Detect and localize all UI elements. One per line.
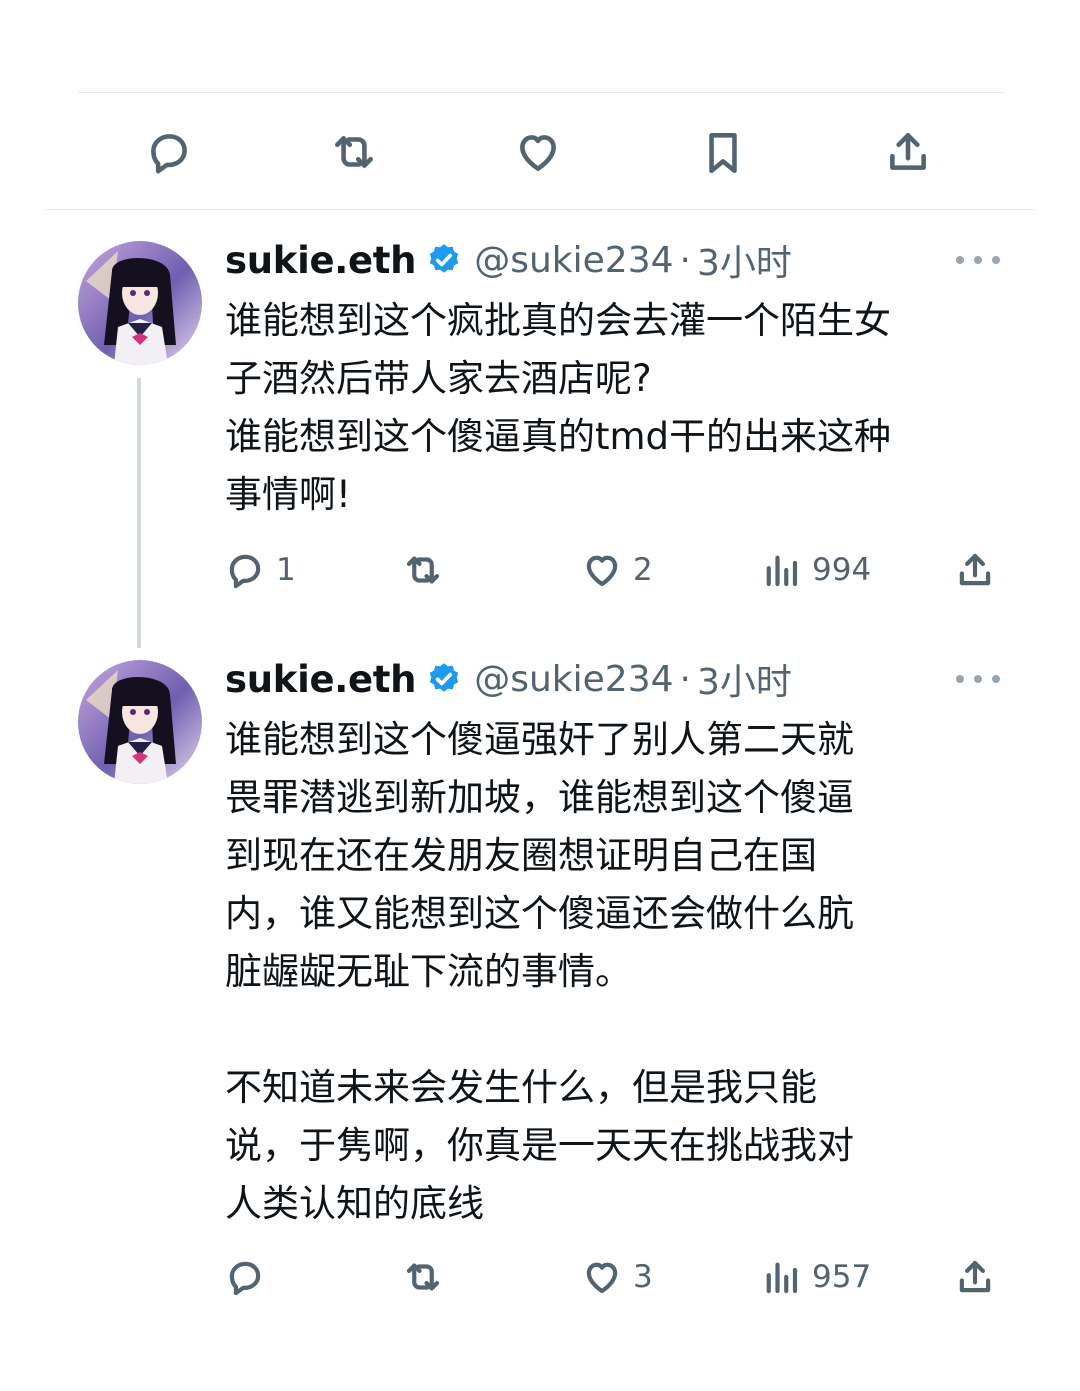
share-button[interactable] — [878, 120, 938, 184]
more-dot-icon — [974, 256, 982, 264]
more-dot-icon — [974, 675, 982, 683]
like-icon — [586, 1262, 618, 1294]
bookmark-button[interactable] — [693, 120, 753, 184]
verified-badge-icon — [429, 663, 459, 692]
main-tweet-action-bar — [0, 120, 1080, 190]
reply-icon — [229, 1261, 261, 1296]
user-handle[interactable]: @sukie234 — [474, 659, 673, 700]
share-icon — [890, 133, 926, 170]
reply-button[interactable] — [139, 120, 199, 184]
share-button[interactable] — [954, 545, 996, 595]
like-button[interactable] — [508, 120, 568, 184]
reply-icon — [229, 554, 261, 589]
separator-dot: · — [679, 658, 691, 700]
bookmark-icon — [709, 133, 737, 174]
reply-button[interactable] — [224, 1252, 276, 1302]
display-name[interactable]: sukie.eth — [225, 658, 417, 701]
views-icon — [766, 1262, 798, 1294]
retweet-icon — [406, 556, 440, 584]
view-count: 957 — [812, 1259, 872, 1295]
retweet-icon — [406, 1263, 440, 1291]
like-icon — [586, 555, 618, 587]
tweet-header: sukie.eth @sukie234 · 3小时 — [225, 654, 792, 704]
more-dot-icon — [992, 675, 1000, 683]
reply-count: 1 — [276, 552, 296, 588]
verified-badge-icon — [429, 244, 459, 273]
avatar-image — [78, 241, 202, 365]
like-button[interactable]: 3 — [581, 1252, 653, 1302]
more-options-button[interactable] — [956, 250, 1000, 270]
separator-dot: · — [679, 239, 691, 281]
view-count: 994 — [812, 552, 872, 588]
retweet-icon — [335, 136, 373, 168]
tweet-text: 谁能想到这个疯批真的会去灌一个陌生女 子酒然后带人家去酒店呢? 谁能想到这个傻逼… — [225, 299, 892, 516]
like-count: 3 — [633, 1259, 653, 1295]
tweet-header: sukie.eth @sukie234 · 3小时 — [225, 235, 792, 285]
views-button[interactable]: 994 — [760, 545, 871, 595]
more-dot-icon — [992, 256, 1000, 264]
timestamp[interactable]: 3小时 — [697, 653, 792, 705]
avatar-image — [78, 660, 202, 784]
more-options-button[interactable] — [956, 669, 1000, 689]
avatar[interactable] — [78, 660, 202, 784]
share-icon — [959, 553, 991, 586]
reply-icon — [151, 134, 187, 174]
share-icon — [959, 1260, 991, 1293]
display-name[interactable]: sukie.eth — [225, 239, 417, 282]
reply-button[interactable]: 1 — [224, 545, 296, 595]
tweet-text: 谁能想到这个傻逼强奸了别人第二天就 畏罪潜逃到新加坡，谁能想到这个傻逼 到现在还… — [225, 718, 854, 1225]
retweet-button[interactable] — [324, 120, 384, 184]
views-icon — [766, 555, 798, 587]
tweet-action-bar: 3 957 — [0, 1252, 1080, 1302]
avatar[interactable] — [78, 241, 202, 365]
user-handle[interactable]: @sukie234 — [474, 240, 673, 281]
tweet-action-bar: 1 2 994 — [0, 545, 1080, 595]
share-button[interactable] — [954, 1252, 996, 1302]
retweet-button[interactable] — [402, 1252, 454, 1302]
like-count: 2 — [633, 552, 653, 588]
thread-connector-line — [137, 378, 141, 648]
like-button[interactable]: 2 — [581, 545, 653, 595]
retweet-button[interactable] — [402, 545, 454, 595]
more-dot-icon — [956, 675, 964, 683]
views-button[interactable]: 957 — [760, 1252, 871, 1302]
top-divider — [78, 92, 1003, 93]
section-divider — [45, 209, 1035, 210]
more-dot-icon — [956, 256, 964, 264]
like-icon — [520, 135, 556, 171]
timestamp[interactable]: 3小时 — [697, 234, 792, 286]
